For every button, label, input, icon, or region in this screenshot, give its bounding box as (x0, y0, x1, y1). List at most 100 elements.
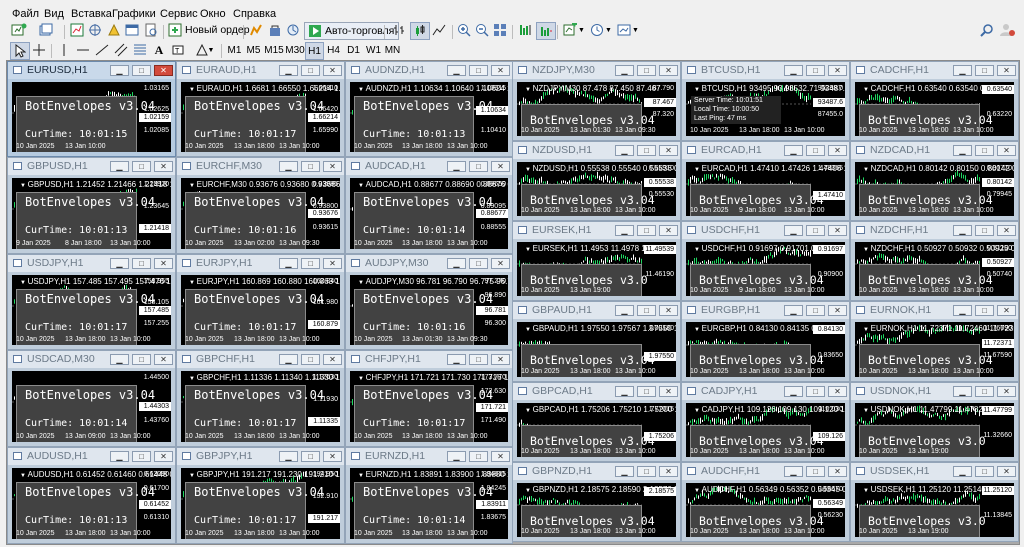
tf-D1[interactable]: D1 (345, 42, 362, 58)
line-chart-icon[interactable] (430, 22, 448, 38)
chart-titlebar[interactable]: BTCUSD,H1 ▁ □ ✕ (682, 62, 849, 79)
close-button[interactable]: ✕ (828, 466, 847, 477)
chart-window[interactable]: EURNOK,H1 ▁ □ ✕ EURNOK,H1 11.72371 11.72… (850, 301, 1019, 382)
chart-window[interactable]: EURNZD,H1 ▁ □ ✕ EURNZD,H1 1.83891 1.8390… (345, 447, 513, 544)
minimize-button[interactable]: ▁ (615, 386, 634, 397)
minimize-button[interactable]: ▁ (447, 65, 466, 76)
chart-window[interactable]: USDCHF,H1 ▁ □ ✕ USDCHF,H1 0.91697 0.9170… (681, 221, 850, 301)
price-chart[interactable]: CHFJPY,H1 171.721 171.730 171.716 171.72… (350, 371, 508, 442)
tf-M30[interactable]: M30 (285, 42, 305, 58)
minimize-button[interactable]: ▁ (447, 354, 466, 365)
price-chart[interactable]: GBPCAD,H1 1.75206 1.75210 1.75200 1.7520… (517, 403, 676, 457)
chart-window[interactable]: NZDCAD,H1 ▁ □ ✕ NZDCAD,H1 0.80142 0.8015… (850, 141, 1019, 221)
close-button[interactable]: ✕ (323, 451, 342, 462)
price-chart[interactable]: CADCHF,H1 0.63540 0.63540 0.63540 0.6354… (855, 82, 1014, 136)
chart-window[interactable]: EURAUD,H1 ▁ □ ✕ EURAUD,H1 1.6681 1.66550… (176, 61, 345, 157)
price-chart[interactable]: USDCHF,H1 0.91697 0.91701 0.91690 0.9169… (686, 242, 845, 296)
vertical-line-icon[interactable] (55, 42, 73, 58)
minimize-button[interactable]: ▁ (279, 65, 298, 76)
minimize-button[interactable]: ▁ (110, 354, 129, 365)
chart-window[interactable]: EURGBP,H1 ▁ □ ✕ EURGBP,H1 0.84130 0.8413… (681, 301, 850, 382)
close-button[interactable]: ✕ (659, 145, 678, 156)
chart-titlebar[interactable]: EURCAD,H1 ▁ □ ✕ (682, 142, 849, 159)
minimize-button[interactable]: ▁ (784, 305, 803, 316)
chart-titlebar[interactable]: AUDCAD,H1 ▁ □ ✕ (346, 158, 512, 175)
minimize-button[interactable]: ▁ (447, 161, 466, 172)
close-button[interactable]: ✕ (659, 225, 678, 236)
price-chart[interactable]: GBPUSD,H1 1.21452 1.21466 1.21418 1.2142… (12, 178, 171, 249)
indicators-menu[interactable]: ▼ (561, 22, 587, 38)
auto-scroll-icon[interactable] (536, 22, 556, 40)
minimize-button[interactable]: ▁ (447, 258, 466, 269)
maximize-button[interactable]: □ (132, 451, 151, 462)
minimize-button[interactable]: ▁ (953, 386, 972, 397)
new-order-button[interactable]: Новый ордер (168, 22, 250, 38)
minimize-button[interactable]: ▁ (784, 386, 803, 397)
chart-window[interactable]: NZDJPY,M30 ▁ □ ✕ NZDJPY,M30 87.478 87.45… (512, 61, 681, 141)
maximize-button[interactable]: □ (301, 451, 320, 462)
chart-titlebar[interactable]: GBPJPY,H1 ▁ □ ✕ (177, 448, 344, 465)
maximize-button[interactable]: □ (132, 258, 151, 269)
chart-window[interactable]: EURSEK,H1 ▁ □ ✕ EURSEK,H1 11.4953 11.497… (512, 221, 681, 301)
close-button[interactable]: ✕ (828, 386, 847, 397)
vps-icon[interactable] (284, 22, 302, 38)
minimize-button[interactable]: ▁ (110, 258, 129, 269)
menu-5[interactable]: Сервис (160, 8, 198, 20)
chart-window[interactable]: USDCAD,M30 ▁ □ ✕ BotEnvelopes v3.04 CurT… (7, 350, 176, 447)
maximize-button[interactable]: □ (301, 354, 320, 365)
close-button[interactable]: ✕ (659, 466, 678, 477)
minimize-button[interactable]: ▁ (110, 65, 129, 76)
price-chart[interactable]: NZDCHF,H1 0.50927 0.50932 0.50925 0.5092… (855, 242, 1014, 296)
chart-titlebar[interactable]: USDJPY,H1 ▁ □ ✕ (8, 255, 175, 272)
user-icon[interactable] (998, 22, 1016, 38)
market-watch-icon[interactable] (68, 22, 86, 38)
close-button[interactable]: ✕ (997, 466, 1016, 477)
chart-titlebar[interactable]: GBPNZD,H1 ▁ □ ✕ (513, 463, 680, 480)
chart-window[interactable]: CADCHF,H1 ▁ □ ✕ CADCHF,H1 0.63540 0.6354… (850, 61, 1019, 141)
chart-window[interactable]: USDJPY,H1 ▁ □ ✕ USDJPY,H1 157.485 157.49… (7, 254, 176, 350)
tf-W1[interactable]: W1 (365, 42, 382, 58)
price-chart[interactable]: GBPAUD,H1 1.97550 1.97567 1.97550 1.9755… (517, 322, 676, 377)
minimize-button[interactable]: ▁ (615, 466, 634, 477)
maximize-button[interactable]: □ (637, 386, 656, 397)
close-button[interactable]: ✕ (491, 354, 510, 365)
minimize-button[interactable]: ▁ (784, 65, 803, 76)
chart-window[interactable]: AUDCAD,H1 ▁ □ ✕ AUDCAD,H1 0.88677 0.8869… (345, 157, 513, 254)
chart-titlebar[interactable]: EURCHF,M30 ▁ □ ✕ (177, 158, 344, 175)
data-window-icon[interactable] (86, 22, 104, 38)
new-chart-icon[interactable] (10, 22, 28, 38)
maximize-button[interactable]: □ (637, 225, 656, 236)
tf-M1[interactable]: M1 (226, 42, 243, 58)
price-chart[interactable]: BotEnvelopes v3.04 CurTime: 10:01:14 1.4… (12, 371, 171, 442)
minimize-button[interactable]: ▁ (953, 466, 972, 477)
minimize-button[interactable]: ▁ (279, 258, 298, 269)
chart-titlebar[interactable]: NZDJPY,M30 ▁ □ ✕ (513, 62, 680, 79)
close-button[interactable]: ✕ (997, 145, 1016, 156)
close-button[interactable]: ✕ (828, 145, 847, 156)
maximize-button[interactable]: □ (469, 161, 488, 172)
chart-window[interactable]: NZDUSD,H1 ▁ □ ✕ NZDUSD,H1 0.55538 0.5554… (512, 141, 681, 221)
chart-window[interactable]: GBPUSD,H1 ▁ □ ✕ GBPUSD,H1 1.21452 1.2146… (7, 157, 176, 254)
minimize-button[interactable]: ▁ (784, 225, 803, 236)
close-button[interactable]: ✕ (659, 305, 678, 316)
minimize-button[interactable]: ▁ (279, 451, 298, 462)
maximize-button[interactable]: □ (975, 386, 994, 397)
close-button[interactable]: ✕ (323, 354, 342, 365)
price-chart[interactable]: AUDJPY,M30 96.781 96.790 96.775 96.781 B… (350, 275, 508, 345)
close-button[interactable]: ✕ (323, 258, 342, 269)
price-chart[interactable]: GBPJPY,H1 191.217 191.230 191.210 191.21… (181, 468, 340, 539)
search-icon[interactable] (978, 22, 996, 38)
minimize-button[interactable]: ▁ (615, 225, 634, 236)
close-button[interactable]: ✕ (491, 451, 510, 462)
close-button[interactable]: ✕ (828, 65, 847, 76)
price-chart[interactable]: EURCAD,H1 1.47410 1.47426 1.47406 1.4741… (686, 162, 845, 216)
price-chart[interactable]: CADJPY,H1 109.126 109.130 109.120 109.12… (686, 403, 845, 457)
minimize-button[interactable]: ▁ (953, 305, 972, 316)
minimize-button[interactable]: ▁ (784, 466, 803, 477)
maximize-button[interactable]: □ (132, 354, 151, 365)
close-button[interactable]: ✕ (491, 65, 510, 76)
candlestick-icon[interactable] (410, 22, 430, 40)
maximize-button[interactable]: □ (806, 305, 825, 316)
price-chart[interactable]: AUDCHF,H1 0.56349 0.56352 0.56345 0.5634… (686, 483, 845, 537)
menu-1[interactable]: Файл (12, 8, 39, 20)
